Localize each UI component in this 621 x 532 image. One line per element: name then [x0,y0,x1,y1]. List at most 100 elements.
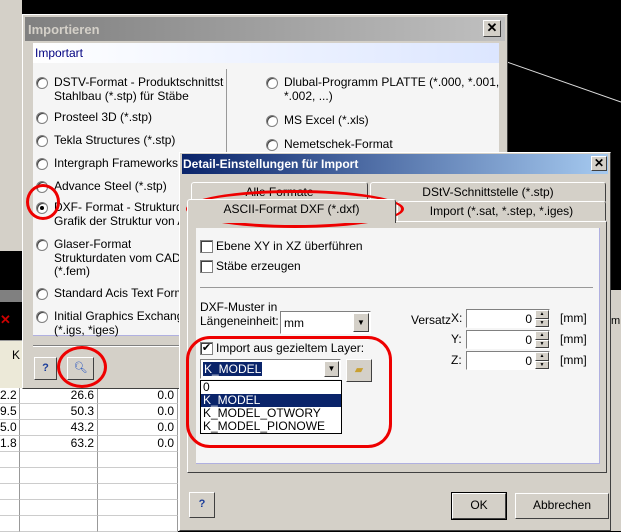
spin-buttons[interactable]: ▲ ▼ [535,331,549,348]
chevron-down-icon[interactable]: ▼ [353,313,369,332]
table-cell: 5.0 [0,420,20,436]
background-right: m [610,290,621,531]
offset-axis-label: Z: [451,353,462,367]
spin-up-icon[interactable]: ▲ [535,310,549,319]
delete-icon[interactable]: ✕ [0,312,11,328]
ok-button[interactable]: OK [451,492,507,520]
help-button[interactable]: ? [34,357,57,380]
spin-down-icon[interactable]: ▼ [535,339,549,348]
checkbox-ebene-xy-label: Ebene XY in XZ überführen [216,239,363,253]
offset-input[interactable]: 0 ▲ ▼ [466,309,550,328]
cancel-button[interactable]: Abbrechen [515,493,609,519]
table-cell: 63.2 [20,436,98,452]
table-cell [0,468,20,484]
table-cell: 0.0 [98,420,178,436]
checkbox-staebe[interactable] [200,260,213,273]
radio-option[interactable] [36,77,48,89]
spin-down-icon[interactable]: ▼ [535,360,549,369]
help-button[interactable]: ? [189,492,215,518]
offset-input[interactable]: 0 ▲ ▼ [466,330,550,349]
checkbox-ebene-xy[interactable] [200,240,213,253]
radio-option-label: Prosteel 3D (*.stp) [54,111,153,124]
offset-value: 0 [525,333,532,347]
offset-axis-label: Y: [451,332,462,346]
offset-value: 0 [525,354,532,368]
table-cell: 0.0 [98,436,178,452]
table-cell [98,500,178,516]
table-cell: 0.0 [98,388,178,404]
radio-option-label: DSTV-Format - Produktschnittstelle [54,76,224,89]
offset-axis-label: X: [451,311,463,325]
radio-option-label: (*.igs, *iges) [54,323,119,337]
radio-option-label: Advance Steel (*.stp) [54,180,167,193]
offset-input[interactable]: 0 ▲ ▼ [466,351,550,370]
radio-option[interactable] [36,288,48,300]
spin-down-icon[interactable]: ▼ [535,318,549,327]
radio-option[interactable] [36,239,48,251]
radio-option-label: Glaser-Format [54,238,132,251]
radio-option[interactable] [36,311,48,323]
radio-option[interactable] [266,77,278,89]
separator [200,287,593,288]
radio-option-label: (*.fem) [54,265,90,278]
table-cell [20,516,98,532]
table-cell: 9.5 [0,404,20,420]
radio-option-label: Dlubal-Programm PLATTE (*.000, *.001, [284,76,500,89]
table-cell [98,468,178,484]
table-cell [0,452,20,468]
section-header: Importart [33,43,499,63]
radio-option[interactable] [266,115,278,127]
tab-dstv[interactable]: DStV-Schnittstelle (*.stp) [370,182,606,202]
tab-ascii-dxf[interactable]: ASCII-Format DXF (*.dxf) [187,199,396,223]
radio-option[interactable] [36,135,48,147]
radio-option-label: Tekla Structures (*.stp) [54,134,176,147]
table-cell [20,484,98,500]
offset-label: Versatz [411,313,452,327]
table-cell: 0.0 [98,404,178,420]
radio-option[interactable] [266,139,278,151]
detail-titlebar: Detail-Einstellungen für Import ✕ [182,154,608,174]
spin-buttons[interactable]: ▲ ▼ [535,352,549,369]
table-cell [98,484,178,500]
offset-value: 0 [525,312,532,326]
dialog-title: Detail-Einstellungen für Import [183,157,359,171]
offset-unit: [mm] [560,332,587,346]
radio-option-label: Nemetschek-Format [284,138,393,151]
radio-option-label: Standard Acis Text Format [54,287,195,300]
spin-up-icon[interactable]: ▲ [535,352,549,361]
radio-option-label: Initial Graphics Exchange [54,310,191,323]
radio-option[interactable] [36,112,48,124]
unit-label-2: Längeneinheit: [200,314,279,328]
dialog-title: Importieren [28,22,100,37]
radio-option[interactable] [36,158,48,170]
spin-buttons[interactable]: ▲ ▼ [535,310,549,327]
background-toolbar [0,290,22,302]
table-cell [98,516,178,532]
column-divider [226,69,227,159]
column-fragment: m [611,315,621,327]
close-button[interactable]: ✕ [591,156,607,171]
unit-label: DXF-Muster in [200,300,278,314]
table-cell: 43.2 [20,420,98,436]
table-cell [98,452,178,468]
unit-select[interactable]: mm ▼ [280,311,371,334]
radio-option-label: MS Excel (*.xls) [284,114,369,127]
table-cell: 26.6 [20,388,98,404]
offset-unit: [mm] [560,311,587,325]
table-cell [0,516,20,532]
table-cell [20,500,98,516]
import-titlebar: Importieren ✕ [25,17,505,41]
close-button[interactable]: ✕ [483,20,501,37]
table-cell [20,452,98,468]
background-table: 2.2 26.6 0.0 9.5 50.3 0.0 5.0 43.2 0.0 1.8 63.2 0.0 [0,388,180,532]
unit-value: mm [284,316,304,330]
table-cell: 2.2 [0,388,20,404]
table-cell: 50.3 [20,404,98,420]
radio-option-label: Stahlbau (*.stp) für Stäbe [54,89,189,103]
annotation-circle [26,184,60,220]
spin-up-icon[interactable]: ▲ [535,331,549,340]
background-app [0,0,22,251]
annotation-circle [57,346,107,388]
annotation-box [186,336,392,448]
tab-import-sat[interactable]: Import (*.sat, *.step, *.iges) [397,201,606,221]
